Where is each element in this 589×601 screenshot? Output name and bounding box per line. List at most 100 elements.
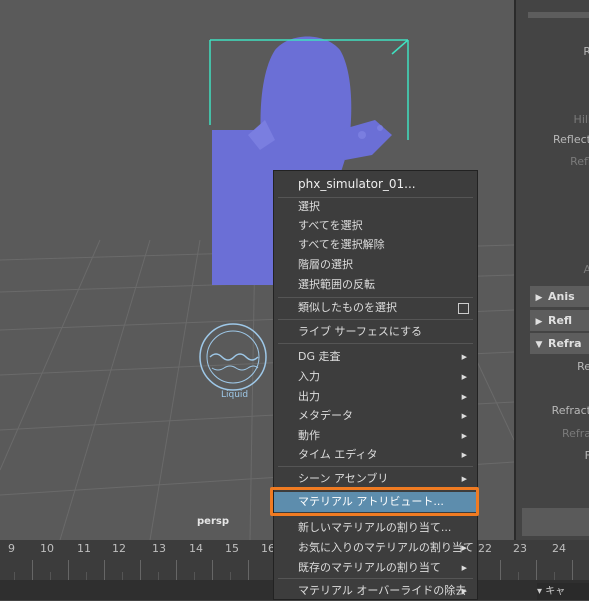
menu-item-select-similar[interactable]: 類似したものを選択 xyxy=(274,298,477,318)
chevron-right-icon: ▶ xyxy=(535,293,543,303)
tick-mark xyxy=(536,560,537,580)
attr-label: Refract xyxy=(551,404,589,417)
character-set-label: キャ xyxy=(545,586,566,597)
menu-item-assign-favorite-material[interactable]: お気に入りのマテリアルの割り当て ▶ xyxy=(274,538,477,558)
frame-tick: 11 xyxy=(77,542,91,555)
submenu-arrow-icon: ▶ xyxy=(461,373,467,381)
tick-mark xyxy=(248,560,249,580)
menu-item-make-live[interactable]: ライブ サーフェスにする xyxy=(274,322,477,342)
frame-tick: 15 xyxy=(225,542,239,555)
frame-tick: 10 xyxy=(40,542,54,555)
tick-mark xyxy=(158,572,159,580)
frame-tick: 9 xyxy=(8,542,15,555)
menu-item-label: 動作 xyxy=(298,429,320,442)
menu-separator xyxy=(278,343,473,344)
section-label: Refl xyxy=(548,314,573,327)
attribute-editor-panel: R Hili Reflect Refl A ▶ Anis ▶ Refl ▼ Refra… xyxy=(514,0,589,540)
frame-tick: 12 xyxy=(112,542,126,555)
tick-mark xyxy=(68,560,69,580)
menu-item-label: メタデータ xyxy=(298,409,353,422)
submenu-arrow-icon: ▶ xyxy=(461,393,467,401)
menu-item-scene-assembly[interactable]: シーン アセンブリ ▶ xyxy=(274,469,477,489)
menu-item-label: マテリアル オーバーライドの除去 xyxy=(298,584,467,597)
menu-item-select[interactable]: 選択 xyxy=(274,197,477,217)
submenu-arrow-icon: ▶ xyxy=(461,475,467,483)
menu-item-dg-traversal[interactable]: DG 走査 ▶ xyxy=(274,347,477,367)
attr-footer xyxy=(522,508,589,536)
menu-item-time-editor[interactable]: タイム エディタ ▶ xyxy=(274,445,477,465)
frame-tick: 14 xyxy=(189,542,203,555)
section-anisotropy[interactable]: ▶ Anis xyxy=(530,286,589,307)
highlight-annotation xyxy=(270,487,479,516)
menu-item-metadata[interactable]: メタデータ ▶ xyxy=(274,406,477,426)
tick-mark xyxy=(518,572,519,580)
submenu-arrow-icon: ▶ xyxy=(461,412,467,420)
frame-tick: 23 xyxy=(513,542,527,555)
menu-item-label: お気に入りのマテリアルの割り当て xyxy=(298,541,474,554)
attribute-scrollbar[interactable] xyxy=(528,12,589,18)
menu-item-label: 出力 xyxy=(298,390,320,403)
menu-item-label: タイム エディタ xyxy=(298,448,378,461)
tick-mark xyxy=(194,572,195,580)
character-set-dropdown[interactable]: ▾ キャ xyxy=(537,583,589,600)
tick-mark xyxy=(500,560,501,580)
submenu-arrow-icon: ▶ xyxy=(461,587,467,595)
tick-mark xyxy=(140,560,141,580)
camera-label: persp xyxy=(197,516,229,527)
menu-separator xyxy=(278,466,473,467)
tick-mark xyxy=(14,572,15,580)
section-label: Refra xyxy=(548,337,582,350)
tick-mark xyxy=(230,572,231,580)
menu-item-inputs[interactable]: 入力 ▶ xyxy=(274,367,477,387)
menu-item-label: 既存のマテリアルの割り当て xyxy=(298,561,441,574)
chevron-right-icon: ▶ xyxy=(535,317,543,327)
menu-item-deselect-all[interactable]: すべてを選択解除 xyxy=(274,235,477,255)
menu-item-select-hierarchy[interactable]: 階層の選択 xyxy=(274,255,477,275)
attr-label: Refra xyxy=(561,427,589,440)
menu-item-label: 類似したものを選択 xyxy=(298,301,397,314)
menu-item-remove-material-override[interactable]: マテリアル オーバーライドの除去 ▶ xyxy=(274,581,477,601)
attr-label: Hili xyxy=(573,113,589,126)
menu-separator xyxy=(278,578,473,579)
submenu-arrow-icon: ▶ xyxy=(461,353,467,361)
menu-item-assign-new-material[interactable]: 新しいマテリアルの割り当て... xyxy=(274,518,477,538)
tick-mark xyxy=(572,560,573,580)
menu-item-select-all[interactable]: すべてを選択 xyxy=(274,216,477,236)
submenu-arrow-icon: ▶ xyxy=(461,432,467,440)
attr-label: Refl xyxy=(570,155,589,168)
menu-item-label: シーン アセンブリ xyxy=(298,472,389,485)
chevron-down-icon: ▼ xyxy=(535,340,543,350)
frame-tick: 22 xyxy=(478,542,492,555)
option-box-icon[interactable] xyxy=(458,303,469,314)
section-reflection[interactable]: ▶ Refl xyxy=(530,310,589,331)
tick-mark xyxy=(50,572,51,580)
attr-label: F xyxy=(585,449,589,462)
menu-item-actions[interactable]: 動作 ▶ xyxy=(274,426,477,446)
section-label: Anis xyxy=(548,290,575,303)
menu-item-assign-existing-material[interactable]: 既存のマテリアルの割り当て ▶ xyxy=(274,558,477,578)
submenu-arrow-icon: ▶ xyxy=(461,451,467,459)
liquid-icon[interactable] xyxy=(199,323,267,391)
section-refraction[interactable]: ▼ Refra xyxy=(530,333,589,354)
tick-mark xyxy=(554,572,555,580)
menu-item-invert-selection[interactable]: 選択範囲の反転 xyxy=(274,275,477,295)
tick-mark xyxy=(86,572,87,580)
tick-mark xyxy=(176,560,177,580)
attr-label: R xyxy=(583,45,589,58)
menu-separator xyxy=(278,319,473,320)
menu-item-label: DG 走査 xyxy=(298,350,341,363)
tick-mark xyxy=(122,572,123,580)
menu-title: phx_simulator_01... xyxy=(298,177,416,191)
tick-mark xyxy=(104,560,105,580)
context-menu: phx_simulator_01... 選択 すべてを選択 すべてを選択解除 階… xyxy=(273,170,478,600)
frame-tick: 13 xyxy=(152,542,166,555)
attr-label: Reflect xyxy=(553,133,589,146)
submenu-arrow-icon: ▶ xyxy=(461,564,467,572)
frame-tick: 24 xyxy=(552,542,566,555)
tick-mark xyxy=(32,560,33,580)
tick-mark xyxy=(212,560,213,580)
attr-label: A xyxy=(583,263,589,276)
menu-item-label: 入力 xyxy=(298,370,320,383)
attr-label: Re xyxy=(577,360,589,373)
menu-item-outputs[interactable]: 出力 ▶ xyxy=(274,387,477,407)
